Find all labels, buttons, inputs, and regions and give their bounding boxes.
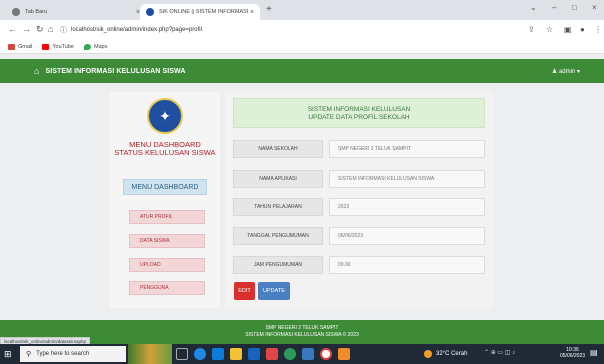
field-label: NAMA SEKOLAH xyxy=(233,140,323,158)
sidepanel-icon[interactable]: ▣ xyxy=(564,25,572,34)
bookmark-gmail[interactable]: Gmail xyxy=(8,43,32,50)
home-icon[interactable]: ⌂ xyxy=(48,24,53,34)
word-icon[interactable] xyxy=(302,348,314,360)
sidebar: ✦ MENU DASHBOARD STATUS KELULUSAN SISWA … xyxy=(110,92,220,308)
back-icon[interactable]: ← xyxy=(8,24,17,34)
profile-avatar[interactable]: ● xyxy=(580,25,585,34)
home-icon[interactable]: ⌂ xyxy=(34,66,39,76)
taskbar-search-input[interactable]: ⚲ Type here to search xyxy=(20,346,126,362)
field-row-jam-pengumuman: JAM PENGUMUMAN 09.00 xyxy=(233,256,485,274)
tab-new[interactable]: Tab Baru × xyxy=(6,4,146,20)
maps-icon xyxy=(84,43,91,50)
search-icon: ⚲ xyxy=(26,351,32,358)
sidebar-item-data-siswa[interactable]: DATA SISWA xyxy=(129,234,205,248)
browser-tab-bar: Tab Baru × SIK ONLINE || SISTEM INFORMAS… xyxy=(0,0,604,20)
bookmark-star-icon[interactable]: ☆ xyxy=(546,25,553,34)
tab-label: SIK ONLINE || SISTEM INFORMASI xyxy=(159,9,249,15)
reload-icon[interactable]: ↻ xyxy=(36,24,44,35)
whatsapp-icon[interactable] xyxy=(284,348,296,360)
field-row-tanggal-pengumuman: TANGGAL PENGUMUMAN 06/06/2023 xyxy=(233,227,485,245)
nama-sekolah-input[interactable]: SMP NEGERI 2 TELUK SAMPIT xyxy=(329,140,485,158)
windows-start-icon[interactable]: ⊞ xyxy=(4,349,12,360)
school-logo: ✦ xyxy=(147,98,183,134)
main-panel: SISTEM INFORMASI KELULUSAN UPDATE DATA P… xyxy=(225,92,494,308)
site-info-icon[interactable]: ⓘ xyxy=(60,25,67,35)
sidebar-heading: MENU DASHBOARD STATUS KELULUSAN SISWA xyxy=(114,140,216,157)
nama-aplikasi-input[interactable]: SISTEM INFORMASI KELULUSAN SISWA xyxy=(329,170,485,188)
user-menu[interactable]: ♟ admin ▾ xyxy=(552,68,580,75)
youtube-icon xyxy=(42,43,50,50)
sidebar-item-pengguna[interactable]: PENGGUNA xyxy=(129,281,205,295)
sidebar-item-atur-profil[interactable]: ATUR PROFIL xyxy=(129,210,205,224)
notification-icon[interactable]: ▤ xyxy=(590,348,598,357)
sidebar-item-upload[interactable]: UPLOAD xyxy=(129,258,205,272)
window-close-button[interactable]: × xyxy=(592,3,597,12)
app-header: ⌂ SISTEM INFORMASI KELULUSAN SISWA ♟ adm… xyxy=(0,59,604,83)
tahun-pelajaran-input[interactable]: 2023 xyxy=(329,198,485,216)
field-row-tahun-pelajaran: TAHUN PELAJARAN 2023 xyxy=(233,198,485,216)
url-text: localhost/sik_online/admin/index.php?pag… xyxy=(71,27,202,33)
taskbar-clock[interactable]: 10:36 05/06/2023 xyxy=(560,347,585,359)
field-row-nama-sekolah: NAMA SEKOLAH SMP NEGERI 2 TELUK SAMPIT xyxy=(233,140,485,158)
close-icon[interactable]: × xyxy=(250,9,254,16)
share-icon[interactable]: ⇪ xyxy=(528,25,535,34)
app-footer: SMP NEGERI 2 TELUK SAMPIT SISTEM INFORMA… xyxy=(0,320,604,344)
weather-widget[interactable]: 32°C Cerah xyxy=(424,350,467,358)
field-label: JAM PENGUMUMAN xyxy=(233,256,323,274)
store-icon[interactable] xyxy=(212,348,224,360)
tab-search-icon[interactable]: ⌄ xyxy=(530,3,537,12)
mail-icon[interactable] xyxy=(248,348,260,360)
edge-icon[interactable] xyxy=(194,348,206,360)
new-tab-button[interactable]: + xyxy=(266,4,272,15)
sun-icon xyxy=(424,350,432,358)
jam-pengumuman-input[interactable]: 09.00 xyxy=(329,256,485,274)
app-orange-icon[interactable] xyxy=(338,348,350,360)
field-label: TAHUN PELAJARAN xyxy=(233,198,323,216)
gmail-icon xyxy=(8,43,15,50)
tab-label: Tab Baru xyxy=(25,9,48,15)
menu-dots-icon[interactable]: ⋮ xyxy=(594,25,602,34)
field-row-nama-aplikasi: NAMA APLIKASI SISTEM INFORMASI KELULUSAN… xyxy=(233,170,485,188)
url-field[interactable]: ⓘ localhost/sik_online/admin/index.php?p… xyxy=(60,24,202,36)
tanggal-pengumuman-input[interactable]: 06/06/2023 xyxy=(329,227,485,245)
windows-taskbar: ⊞ ⚲ Type here to search 32°C Cerah ⌃ ⊕ ▭… xyxy=(0,344,604,364)
chrome-icon xyxy=(12,8,20,16)
app-icon[interactable] xyxy=(266,348,278,360)
user-icon: ♟ xyxy=(551,68,559,75)
page-title-alert: SISTEM INFORMASI KELULUSAN UPDATE DATA P… xyxy=(233,98,485,128)
site-favicon-icon xyxy=(146,8,154,16)
maximize-button[interactable]: □ xyxy=(572,3,577,12)
field-label: TANGGAL PENGUMUMAN xyxy=(233,227,323,245)
minimize-button[interactable]: – xyxy=(552,3,556,12)
address-bar-row: ← → ↻ ⌂ ⓘ localhost/sik_online/admin/ind… xyxy=(0,20,604,40)
bookmark-youtube[interactable]: YouTube xyxy=(42,43,74,50)
forward-icon[interactable]: → xyxy=(22,24,31,34)
app-title[interactable]: SISTEM INFORMASI KELULUSAN SISWA xyxy=(45,68,185,75)
system-tray-icons[interactable]: ⌃ ⊕ ▭ ◫ ♪ xyxy=(484,349,515,356)
chrome-taskbar-icon[interactable] xyxy=(320,348,332,360)
update-button[interactable]: UPDATE xyxy=(258,282,290,300)
bookmark-maps[interactable]: Maps xyxy=(84,43,107,50)
search-highlight-image xyxy=(128,344,172,364)
file-explorer-icon[interactable] xyxy=(230,348,242,360)
task-view-icon[interactable] xyxy=(176,348,188,360)
edit-button[interactable]: EDIT xyxy=(234,282,255,300)
bookmarks-bar: Gmail YouTube Maps xyxy=(0,40,604,54)
tab-sik-online[interactable]: SIK ONLINE || SISTEM INFORMASI × xyxy=(140,4,260,20)
menu-dashboard-button[interactable]: MENU DASHBOARD xyxy=(123,179,207,195)
field-label: NAMA APLIKASI xyxy=(233,170,323,188)
